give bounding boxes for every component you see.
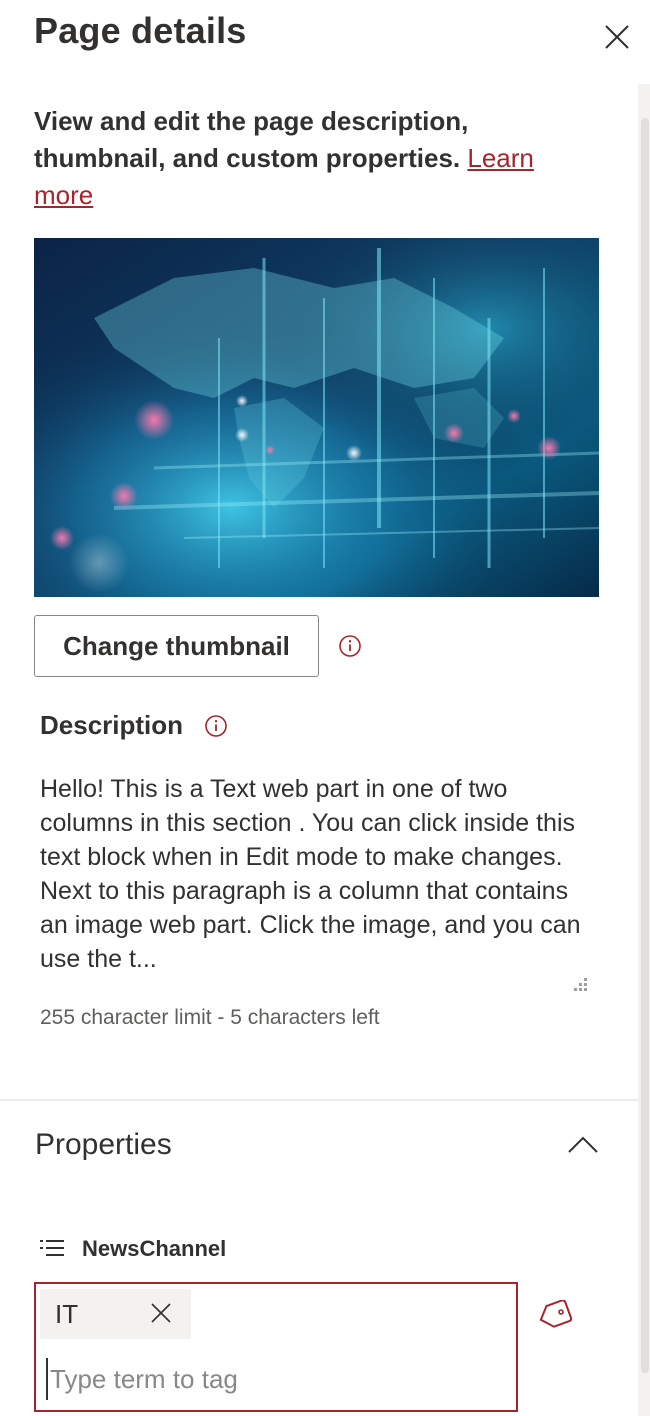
tag-icon[interactable] (536, 1300, 572, 1330)
field-label-newschannel: NewsChannel (82, 1236, 227, 1261)
tag-chip-label: IT (55, 1299, 79, 1329)
close-button[interactable] (598, 18, 636, 56)
close-icon (605, 25, 629, 49)
description-label: Description (40, 710, 184, 740)
page-thumbnail (34, 238, 599, 597)
intro-text: View and edit the page description, thum… (34, 103, 594, 214)
scrollbar-thumb[interactable] (641, 118, 649, 1373)
properties-title: Properties (35, 1128, 172, 1161)
change-thumbnail-button[interactable]: Change thumbnail (34, 615, 319, 677)
panel-title: Page details (34, 10, 247, 51)
resize-grip-icon[interactable] (570, 976, 588, 994)
info-icon[interactable] (338, 634, 362, 658)
tag-term-input[interactable] (46, 1358, 506, 1400)
remove-icon[interactable] (148, 1300, 174, 1326)
description-info-icon[interactable] (204, 714, 228, 738)
section-divider (0, 1099, 638, 1101)
chevron-up-icon[interactable] (566, 1128, 600, 1162)
list-icon (40, 1240, 64, 1256)
intro-description: View and edit the page description, thum… (34, 106, 469, 173)
character-limit-text: 255 character limit - 5 characters left (40, 1006, 380, 1029)
description-textarea[interactable]: Hello! This is a Text web part in one of… (40, 772, 600, 982)
